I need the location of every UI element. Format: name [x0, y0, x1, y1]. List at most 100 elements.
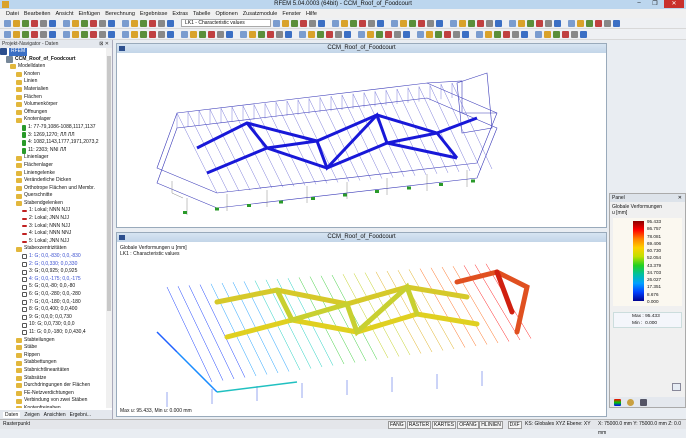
tree-item[interactable]: Stabbettungen [0, 359, 106, 367]
tree-item[interactable]: Öffnungen [0, 109, 106, 117]
toolbar-tool-icon[interactable] [604, 19, 611, 27]
tree-item[interactable]: Verbindung von zwei Stäben [0, 397, 106, 405]
tree-item[interactable]: 6: G; 0,0,-280; 0,0,-280 [0, 291, 106, 299]
tree-item[interactable]: Veränderliche Dicken [0, 177, 106, 185]
toolbar-tool-icon[interactable] [249, 30, 256, 38]
tree-item[interactable]: Materialien [0, 86, 106, 94]
toolbar-tool-icon[interactable] [595, 19, 602, 27]
toolbar-tool-icon[interactable] [317, 30, 324, 38]
toolbar-tool-icon[interactable] [258, 30, 265, 38]
toolbar-tool-icon[interactable] [72, 30, 79, 38]
navigator-close-button[interactable]: ⊠ ✕ [99, 40, 109, 48]
navigator-tab-0[interactable]: Daten [3, 412, 21, 418]
toolbar-tool-icon[interactable] [544, 30, 551, 38]
results-view-bottom[interactable]: CCM_Roof_of_Foodcourt Globale Verformung… [116, 232, 607, 417]
toolbar-tool-icon[interactable] [358, 30, 365, 38]
toolbar-tool-icon[interactable] [63, 19, 70, 27]
tree-item[interactable]: Querschnitte [0, 192, 106, 200]
toolbar-tool-icon[interactable] [108, 30, 115, 38]
tree-item[interactable]: 1: Lokal; NNN NJJ [0, 207, 106, 215]
status-toggle-hlinien[interactable]: HLINIEN [479, 421, 503, 429]
toolbar-tool-icon[interactable] [300, 19, 307, 27]
toolbar-tool-icon[interactable] [426, 30, 433, 38]
toolbar-tool-icon[interactable] [13, 30, 20, 38]
toolbar-tool-icon[interactable] [477, 19, 484, 27]
menu-10[interactable]: Fenster [282, 11, 301, 17]
status-toggle-dxf[interactable]: DXF [507, 421, 522, 429]
tree-item[interactable]: Durchdringungen der Flächen [0, 382, 106, 390]
toolbar-tool-icon[interactable] [90, 19, 97, 27]
tree-item[interactable]: 8: G; 0,0,400; 0,0,400 [0, 306, 106, 314]
menu-4[interactable]: Berechnung [105, 11, 135, 17]
tree-item[interactable]: 4: G; 0,0,-175; 0,0,-175 [0, 276, 106, 284]
tree-item[interactable]: Knotenlager [0, 116, 106, 124]
toolbar-tool-icon[interactable] [586, 19, 593, 27]
toolbar-tool-icon[interactable] [521, 30, 528, 38]
toolbar-tool-icon[interactable] [459, 19, 466, 27]
status-toggle-raster[interactable]: RASTER [406, 421, 432, 429]
menu-0[interactable]: Datei [6, 11, 19, 17]
toolbar-tool-icon[interactable] [436, 19, 443, 27]
toolbar-tool-icon[interactable] [81, 30, 88, 38]
menu-6[interactable]: Extras [172, 11, 188, 17]
toolbar-tool-icon[interactable] [400, 19, 407, 27]
toolbar-tool-icon[interactable] [22, 30, 29, 38]
toolbar-tool-icon[interactable] [577, 19, 584, 27]
toolbar-tool-icon[interactable] [368, 19, 375, 27]
toolbar-tool-icon[interactable] [571, 30, 578, 38]
color-scale-tab-icon[interactable] [614, 399, 621, 406]
toolbar-tool-icon[interactable] [22, 19, 29, 27]
toolbar-tool-icon[interactable] [403, 30, 410, 38]
tree-item[interactable]: 3: Lokal; NNN NJJ [0, 223, 106, 231]
toolbar-tool-icon[interactable] [226, 30, 233, 38]
toolbar-tool-icon[interactable] [536, 19, 543, 27]
toolbar-tool-icon[interactable] [509, 19, 516, 27]
toolbar-tool-icon[interactable] [167, 30, 174, 38]
tree-item[interactable]: 3: 1269,1270; ЛЛ ЛЛ [0, 132, 106, 140]
tree-item[interactable]: FE-Netzverdichtungen [0, 390, 106, 398]
tree-item[interactable]: Flächen [0, 94, 106, 102]
tree-item[interactable]: Liniengelenke [0, 170, 106, 178]
toolbar-tool-icon[interactable] [276, 30, 283, 38]
navigator-tab-3[interactable]: Ergebni... [70, 412, 91, 418]
tree-item[interactable]: Stabteilungen [0, 337, 106, 345]
tree-item[interactable]: 9: G; 0,0,0; 0,0,730 [0, 314, 106, 322]
tree-item[interactable]: 1: 77-79,1086-1088,1117,1137 [0, 124, 106, 132]
toolbar-tool-icon[interactable] [140, 30, 147, 38]
menu-2[interactable]: Ansicht [55, 11, 73, 17]
tree-item[interactable]: Stäbe [0, 344, 106, 352]
navigator-tab-1[interactable]: Zeigen [24, 412, 39, 418]
toolbar-tool-icon[interactable] [450, 19, 457, 27]
filter-tab-icon[interactable] [640, 399, 647, 406]
tree-root[interactable]: RFEM [0, 48, 106, 56]
toolbar-tool-icon[interactable] [427, 19, 434, 27]
toolbar-tool-icon[interactable] [476, 30, 483, 38]
navigator-scrollbar[interactable] [106, 48, 112, 408]
toolbar-tool-icon[interactable] [291, 19, 298, 27]
toolbar-tool-icon[interactable] [81, 19, 88, 27]
tree-item[interactable]: Stabendgelenken [0, 200, 106, 208]
tree-item[interactable]: 1: G; 0,0,-830; 0,0,-830 [0, 253, 106, 261]
tree-item[interactable]: Linienlager [0, 154, 106, 162]
toolbar-tool-icon[interactable] [545, 19, 552, 27]
toolbar-tool-icon[interactable] [31, 30, 38, 38]
tree-item[interactable]: Rippen [0, 352, 106, 360]
toolbar-tool-icon[interactable] [99, 19, 106, 27]
tree-item[interactable]: Knoten [0, 71, 106, 79]
menu-1[interactable]: Bearbeiten [24, 11, 51, 17]
tree-item[interactable]: Knotenfreigaben [0, 405, 106, 408]
status-toggle-fang[interactable]: FANG [388, 421, 406, 429]
tree-item[interactable]: 11: G; 0,0,-180; 0,0,430,4 [0, 329, 106, 337]
toolbar-tool-icon[interactable] [417, 30, 424, 38]
toolbar-tool-icon[interactable] [299, 30, 306, 38]
toolbar-tool-icon[interactable] [468, 19, 475, 27]
toolbar-tool-icon[interactable] [149, 19, 156, 27]
tree-item[interactable]: 4: Lokal; NNN NNJ [0, 230, 106, 238]
toolbar-tool-icon[interactable] [495, 19, 502, 27]
toolbar-tool-icon[interactable] [341, 19, 348, 27]
toolbar-tool-icon[interactable] [40, 19, 47, 27]
toolbar-tool-icon[interactable] [394, 30, 401, 38]
toolbar-tool-icon[interactable] [376, 30, 383, 38]
toolbar-tool-icon[interactable] [181, 30, 188, 38]
toolbar-tool-icon[interactable] [512, 30, 519, 38]
